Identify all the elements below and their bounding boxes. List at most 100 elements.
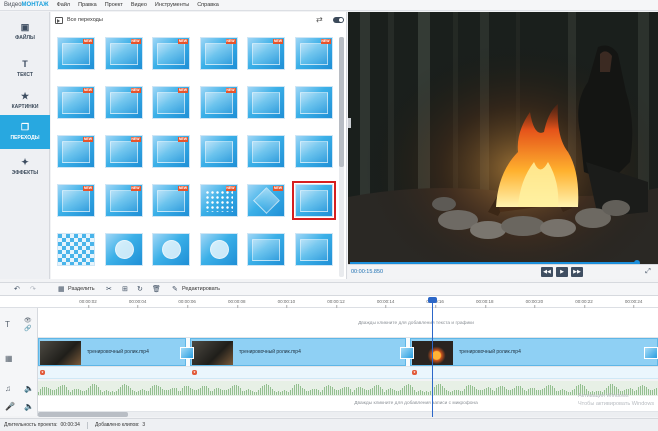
- menu-project[interactable]: Проект: [105, 2, 123, 8]
- audio-waveform-bar: [362, 387, 363, 395]
- edit-icon[interactable]: ✎: [172, 285, 178, 294]
- transition-thumbnail[interactable]: [104, 233, 143, 266]
- transition-thumbnail[interactable]: [247, 135, 285, 168]
- playhead[interactable]: [432, 299, 433, 417]
- shuffle-icon[interactable]: ⇄: [316, 15, 323, 24]
- sidebar-item-pictures[interactable]: ★ КАРТИНКИ: [0, 84, 50, 118]
- transition-thumbnail[interactable]: NEW: [247, 37, 285, 70]
- audio-waveform-bar: [354, 389, 355, 395]
- audio-waveform-bar: [510, 389, 511, 395]
- transition-thumbnail[interactable]: NEW: [199, 86, 238, 119]
- audio-waveform-bar: [258, 390, 259, 395]
- clip-effects-track[interactable]: ★ ★ ★: [38, 367, 658, 379]
- link-icon[interactable]: 🔗: [24, 325, 31, 332]
- split-icon[interactable]: ▦: [58, 285, 65, 294]
- new-badge: NEW: [178, 186, 188, 191]
- transition-thumbnail[interactable]: [57, 233, 95, 266]
- transition-thumbnail[interactable]: NEW: [294, 37, 333, 70]
- menu-edit[interactable]: Правка: [78, 2, 97, 8]
- transition-thumbnail[interactable]: NEW: [152, 86, 190, 119]
- transition-thumbnail[interactable]: NEW: [57, 37, 95, 70]
- folder-icon[interactable]: [55, 16, 63, 24]
- transition-marker[interactable]: [400, 347, 414, 359]
- transition-thumbnail[interactable]: NEW: [152, 37, 190, 70]
- transition-thumbnail[interactable]: NEW: [247, 184, 285, 217]
- crop-icon[interactable]: ⊞: [122, 285, 128, 294]
- play-button[interactable]: ▶: [556, 267, 568, 277]
- undo-icon[interactable]: ↶: [14, 285, 20, 294]
- transition-thumbnail[interactable]: NEW: [57, 135, 95, 168]
- menu-file[interactable]: Файл: [57, 2, 71, 8]
- eye-icon[interactable]: 👁: [24, 317, 32, 324]
- video-clip[interactable]: тренировочный ролик.mp4: [190, 338, 406, 366]
- previous-frame-button[interactable]: ◀◀: [541, 267, 553, 277]
- audio-waveform-bar: [268, 384, 269, 395]
- video-clip[interactable]: тренировочный ролик.mp4: [410, 338, 658, 366]
- audio-waveform-bar: [480, 390, 481, 395]
- sidebar-item-files[interactable]: ▣ ФАЙЛЫ: [0, 15, 50, 49]
- transition-marker[interactable]: [180, 347, 194, 359]
- redo-icon[interactable]: ↷: [30, 285, 36, 294]
- transition-thumbnail[interactable]: NEW: [152, 135, 190, 168]
- transition-thumbnail[interactable]: [294, 86, 333, 119]
- video-clip[interactable]: тренировочный ролик.mp4: [38, 338, 186, 366]
- audio-waveform-bar: [390, 388, 391, 395]
- effect-icon[interactable]: ★: [412, 370, 417, 375]
- transition-thumbnail[interactable]: [199, 233, 238, 266]
- transition-thumbnail[interactable]: [247, 86, 285, 119]
- delete-icon[interactable]: 🗑: [152, 285, 161, 294]
- panel-resize-handle[interactable]: [348, 118, 351, 128]
- volume-icon[interactable]: 🔈: [24, 384, 34, 393]
- scrollbar-thumb[interactable]: [38, 412, 128, 417]
- fullscreen-icon[interactable]: ⤢: [642, 267, 654, 277]
- transition-thumbnail[interactable]: NEW: [57, 184, 95, 217]
- sidebar-item-effects[interactable]: ✦ ЭФФЕКТЫ: [0, 150, 50, 184]
- transition-thumbnail[interactable]: NEW: [57, 86, 95, 119]
- transition-thumbnail[interactable]: NEW: [199, 184, 238, 217]
- sidebar-item-transitions[interactable]: ❐ ПЕРЕХОДЫ: [0, 115, 50, 149]
- microphone-track[interactable]: Дважды кликните для добавления записи с …: [38, 396, 658, 412]
- transitions-scrollbar[interactable]: [339, 37, 344, 277]
- transition-thumbnail[interactable]: NEW: [104, 135, 143, 168]
- mic-volume-icon[interactable]: 🔈: [24, 402, 34, 411]
- transition-thumbnail[interactable]: NEW: [104, 184, 143, 217]
- transition-thumbnail[interactable]: [294, 233, 333, 266]
- transition-thumbnail[interactable]: [291, 181, 336, 220]
- next-frame-button[interactable]: ▶▶: [571, 267, 583, 277]
- transition-thumbnail[interactable]: [152, 233, 190, 266]
- transition-thumbnail[interactable]: NEW: [104, 86, 143, 119]
- transitions-panel-header: Все переходы ⇄: [51, 12, 347, 28]
- audio-waveform-bar: [122, 384, 123, 395]
- timeline-ruler[interactable]: 00:00:02 00:00:04 00:00:06 00:00:08 00:00:10…: [0, 296, 658, 308]
- audio-track[interactable]: [38, 381, 658, 396]
- transitions-category-title[interactable]: Все переходы: [67, 17, 103, 23]
- audio-waveform-bar: [560, 389, 561, 395]
- new-badge: NEW: [83, 39, 93, 44]
- effect-icon[interactable]: ★: [192, 370, 197, 375]
- video-track[interactable]: тренировочный ролик.mp4 тренировочный ро…: [38, 338, 658, 367]
- preview-toggle[interactable]: [333, 17, 344, 23]
- sidebar-item-text[interactable]: T ТЕКСТ: [0, 52, 50, 86]
- effect-icon[interactable]: ★: [40, 370, 45, 375]
- split-button[interactable]: Разделить: [68, 286, 95, 292]
- audio-waveform-bar: [128, 386, 129, 395]
- transition-thumbnail[interactable]: [199, 135, 238, 168]
- timeline-scrollbar[interactable]: [38, 412, 658, 417]
- edit-button[interactable]: Редактировать: [182, 286, 220, 292]
- transition-marker[interactable]: [644, 347, 658, 359]
- menu-tools[interactable]: Инструменты: [155, 2, 189, 8]
- transition-thumbnail[interactable]: [294, 135, 333, 168]
- transition-thumbnail[interactable]: [247, 233, 285, 266]
- audio-waveform-bar: [206, 386, 207, 395]
- transition-thumbnail[interactable]: NEW: [152, 184, 190, 217]
- menu-help[interactable]: Справка: [197, 2, 219, 8]
- scrollbar-thumb[interactable]: [339, 37, 344, 167]
- transition-thumbnail[interactable]: NEW: [104, 37, 143, 70]
- cut-icon[interactable]: ✂: [106, 285, 112, 294]
- rotate-icon[interactable]: ↻: [137, 285, 143, 294]
- audio-waveform-bar: [214, 388, 215, 395]
- menu-video[interactable]: Видео: [131, 2, 147, 8]
- text-track[interactable]: Дважды кликните для добавления текста и …: [38, 308, 658, 338]
- transition-thumbnail[interactable]: NEW: [199, 37, 238, 70]
- audio-waveform-bar: [324, 387, 325, 395]
